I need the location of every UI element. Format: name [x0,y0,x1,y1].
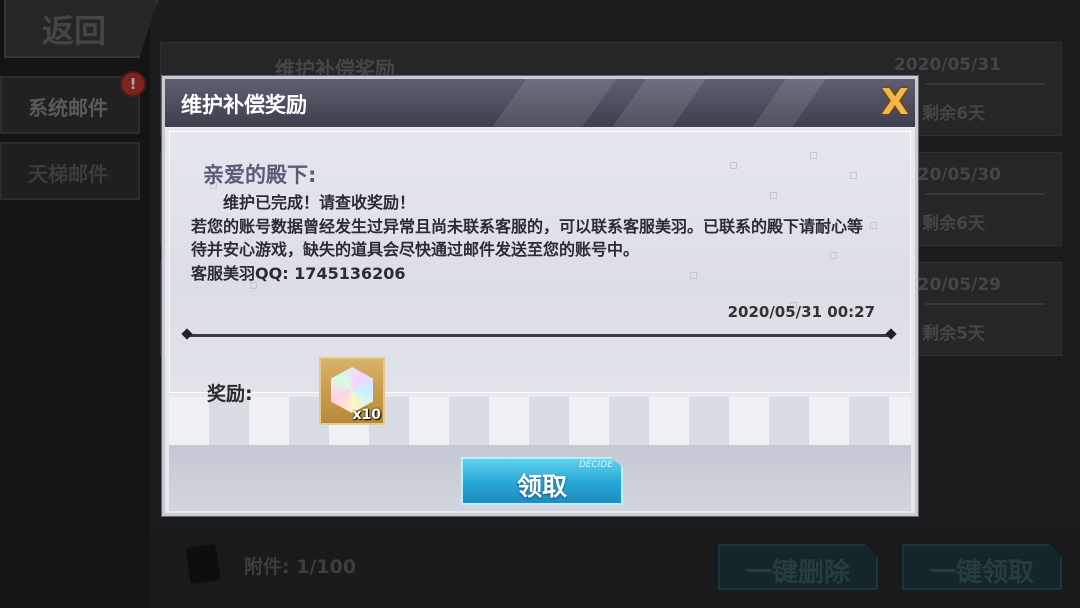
close-icon[interactable]: X [877,85,913,121]
content-divider [187,334,891,337]
message-line: 若您的账号数据曾经发生过异常且尚未联系客服的，可以联系客服美羽。已联系的殿下请耐… [191,216,864,260]
decor-square [870,222,877,229]
reward-item-slot[interactable]: x10 [319,357,385,425]
message-line: 维护已完成！请查收奖励！ [223,193,416,212]
header-decor [729,79,841,127]
reward-label: 奖励: [207,383,253,405]
decor-square [730,162,737,169]
decor-square [810,152,817,159]
mail-greeting: 亲爱的殿下: [203,163,317,187]
dialog-title: 维护补偿奖励 [181,93,307,117]
decor-square [850,172,857,179]
message-line: 客服美羽QQ: 1745136206 [191,263,406,283]
mail-detail-dialog: 维护补偿奖励 X 亲爱的殿下: 维护已完成！请查收奖励！ 若您的账号数据曾经发生… [162,76,918,516]
reward-quantity: x10 [352,407,381,423]
mail-timestamp: 2020/05/31 00:27 [727,303,875,321]
claim-button-label: 领取 [516,472,567,501]
mail-message-body[interactable]: 维护已完成！请查收奖励！ 若您的账号数据曾经发生过异常且尚未联系客服的，可以联系… [191,191,871,295]
dialog-header: 维护补偿奖励 X [165,79,915,127]
checker-floor-decor [169,397,911,445]
header-decor [469,79,631,127]
claim-button[interactable]: DECIDE 领取 [461,457,623,505]
